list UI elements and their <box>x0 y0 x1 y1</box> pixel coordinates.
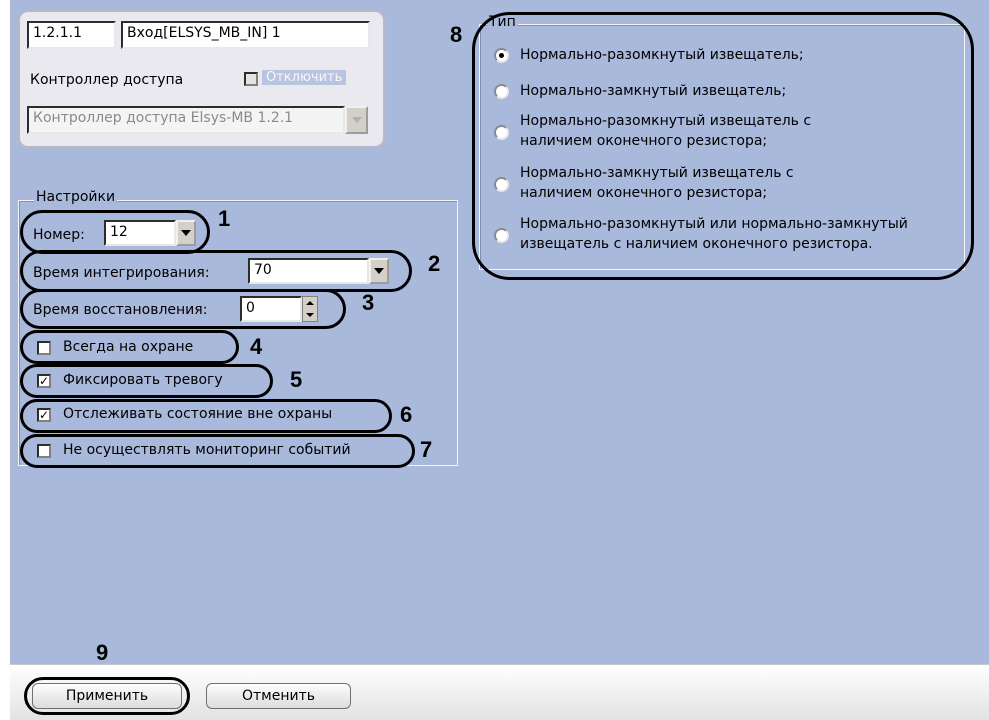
type-option-radio-4[interactable] <box>494 177 509 192</box>
number-select[interactable]: 12 <box>104 220 176 246</box>
annotation-number-7: 7 <box>420 437 433 462</box>
annotation-number-2: 2 <box>428 251 441 276</box>
settings-group-title: Настройки <box>34 189 118 205</box>
type-option-radio-5[interactable] <box>494 228 509 243</box>
type-option-radio-3[interactable] <box>494 125 509 140</box>
always-armed-label: Всегда на охране <box>63 339 194 355</box>
arrow-down-icon[interactable] <box>303 309 317 321</box>
track-state-label: Отслеживать состояние вне охраны <box>63 406 333 422</box>
controller-label: Контроллер доступа <box>30 72 184 88</box>
disable-label: Отключить <box>262 70 347 85</box>
annotation-number-3: 3 <box>362 290 375 315</box>
type-option-label-2: Нормально-замкнутый извещатель; <box>520 83 787 99</box>
chevron-down-icon[interactable] <box>369 258 389 284</box>
type-option-label-5b: извещатель с наличием оконечного резисто… <box>520 236 873 252</box>
annotation-number-5: 5 <box>290 367 303 392</box>
annotation-number-9: 9 <box>96 640 109 665</box>
type-option-label-5a: Нормально-разомкнутый или нормально-замк… <box>520 216 908 232</box>
type-option-label-1: Нормально-разомкнутый извещатель; <box>520 47 804 63</box>
type-option-label-4a: Нормально-замкнутый извещатель с <box>520 165 794 181</box>
cancel-button[interactable]: Отменить <box>206 683 351 709</box>
chevron-down-icon[interactable] <box>345 106 368 134</box>
annotation-number-8: 8 <box>450 22 463 47</box>
type-group-title: Тип <box>487 14 518 30</box>
integration-time-select[interactable]: 70 <box>248 258 369 284</box>
arrow-up-icon[interactable] <box>303 297 317 309</box>
apply-button[interactable]: Применить <box>32 683 182 709</box>
annotation-number-6: 6 <box>400 402 413 427</box>
type-option-label-3b: наличием оконечного резистора; <box>520 133 768 149</box>
number-label: Номер: <box>33 227 85 243</box>
type-option-radio-1[interactable] <box>494 48 509 63</box>
recovery-time-label: Время восстановления: <box>33 302 208 318</box>
fix-alarm-label: Фиксировать тревогу <box>63 372 223 388</box>
controller-select[interactable]: Контроллер доступа Elsys-MB 1.2.1 <box>27 106 345 134</box>
type-option-label-3a: Нормально-разомкнутый извещатель с <box>520 113 812 129</box>
integration-time-label: Время интегрирования: <box>33 265 210 281</box>
track-state-checkbox[interactable]: ✓ <box>37 408 51 422</box>
annotation-number-4: 4 <box>250 334 263 359</box>
disable-checkbox[interactable] <box>244 72 258 86</box>
no-monitoring-checkbox[interactable] <box>37 444 51 458</box>
always-armed-checkbox[interactable] <box>37 341 51 355</box>
id-field[interactable]: 1.2.1.1 <box>27 21 116 49</box>
fix-alarm-checkbox[interactable]: ✓ <box>37 374 51 388</box>
annotation-number-1: 1 <box>218 206 231 231</box>
type-option-label-4b: наличием оконечного резистора; <box>520 185 768 201</box>
chevron-down-icon[interactable] <box>176 220 196 246</box>
no-monitoring-label: Не осуществлять мониторинг событий <box>63 442 351 458</box>
recovery-time-input[interactable]: 0 <box>240 296 302 322</box>
type-option-radio-2[interactable] <box>494 84 509 99</box>
name-field[interactable]: Вход[ELSYS_MB_IN] 1 <box>121 21 370 49</box>
recovery-time-spinner[interactable] <box>302 296 318 322</box>
